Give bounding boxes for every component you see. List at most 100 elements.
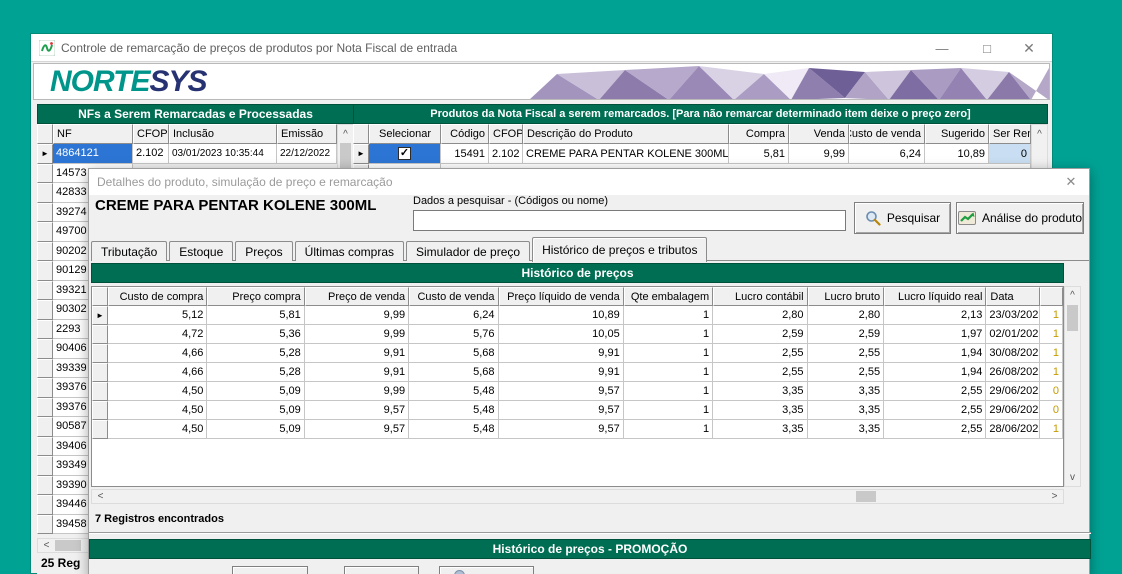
history-cell[interactable]: 2,55 (808, 344, 885, 363)
search-button[interactable]: Pesquisar (854, 202, 951, 234)
row-header-button[interactable] (92, 382, 108, 401)
history-cell[interactable]: 9,99 (305, 306, 409, 325)
history-cell[interactable]: 3,35 (713, 420, 807, 439)
history-cell[interactable]: 10,89 (499, 306, 624, 325)
history-cell[interactable]: 5,28 (207, 363, 304, 382)
history-cell[interactable]: 3,35 (808, 420, 885, 439)
row-header-button[interactable] (37, 339, 53, 359)
history-cell[interactable]: 28/06/2022 (986, 420, 1040, 439)
row-header-button[interactable] (37, 495, 53, 515)
col-header-inclusao[interactable]: Inclusão (169, 124, 277, 144)
history-cell[interactable]: 1 (624, 401, 713, 420)
history-cell[interactable]: 5,09 (207, 401, 304, 420)
history-cell[interactable]: 1 (1040, 325, 1063, 344)
cfop-cell[interactable]: 2.102 (489, 144, 523, 164)
row-header-button[interactable] (92, 420, 108, 439)
history-cell[interactable]: 5,48 (409, 420, 498, 439)
tab-precos[interactable]: Preços (235, 241, 292, 261)
history-cell[interactable]: 4,66 (108, 363, 207, 382)
history-horizontal-scrollbar[interactable]: < > (91, 489, 1064, 504)
history-cell[interactable]: 5,09 (207, 420, 304, 439)
history-cell[interactable]: 9,57 (305, 401, 409, 420)
history-cell[interactable]: 2,55 (884, 420, 986, 439)
emissao-cell[interactable]: 22/12/2022 (277, 144, 337, 164)
history-cell[interactable]: 2,55 (713, 344, 807, 363)
history-column-header[interactable]: Lucro bruto (808, 287, 885, 306)
history-cell[interactable]: 9,99 (305, 325, 409, 344)
row-header-button[interactable] (37, 203, 53, 223)
history-cell[interactable]: 1 (624, 325, 713, 344)
row-header-button[interactable] (37, 183, 53, 203)
history-cell[interactable]: 9,91 (305, 363, 409, 382)
product-analysis-button[interactable]: Análise do produto (956, 202, 1084, 234)
history-cell[interactable]: 2,55 (884, 401, 986, 420)
tab-ultimas-compras[interactable]: Últimas compras (295, 241, 404, 261)
search-input[interactable] (413, 210, 846, 231)
col-header-compra[interactable]: Compra (729, 124, 789, 144)
codigo-cell[interactable]: 15491 (441, 144, 489, 164)
row-header-button[interactable] (37, 515, 53, 535)
row-header-button[interactable] (92, 363, 108, 382)
history-row[interactable]: 4,725,369,995,7610,0512,592,591,9702/01/… (92, 325, 1063, 344)
history-cell[interactable]: 5,48 (409, 401, 498, 420)
col-header-nf[interactable]: NF (53, 124, 133, 144)
scroll-up-icon[interactable]: ^ (1065, 289, 1080, 302)
history-cell[interactable]: 1,94 (884, 344, 986, 363)
col-header-cfop[interactable]: CFOP (489, 124, 523, 144)
scroll-thumb[interactable] (856, 491, 876, 502)
history-cell[interactable]: 1 (624, 306, 713, 325)
scroll-left-icon[interactable]: < (94, 490, 107, 503)
tab-tributacao[interactable]: Tributação (91, 241, 167, 261)
col-header-emissao[interactable]: Emissão (277, 124, 337, 144)
history-column-header[interactable]: Preço compra (207, 287, 304, 306)
bottom-button-2[interactable] (344, 566, 419, 574)
checkbox-checked-icon[interactable]: ✓ (398, 147, 411, 160)
row-header-button[interactable] (37, 300, 53, 320)
history-cell[interactable]: 2,55 (884, 382, 986, 401)
tab-simulador-de-preco[interactable]: Simulador de preço (406, 241, 530, 261)
maximize-icon[interactable]: □ (972, 34, 1002, 62)
history-row[interactable]: 4,665,289,915,689,9112,552,551,9430/08/2… (92, 344, 1063, 363)
history-cell[interactable]: 9,57 (305, 420, 409, 439)
history-cell[interactable]: 26/08/2022 (986, 363, 1040, 382)
history-cell[interactable]: 5,09 (207, 382, 304, 401)
dialog-close-icon[interactable]: ✕ (1061, 173, 1081, 191)
inclusao-cell[interactable]: 03/01/2023 10:35:44 (169, 144, 277, 164)
history-cell[interactable]: 30/08/2022 (986, 344, 1040, 363)
history-column-header[interactable]: Lucro líquido real (884, 287, 986, 306)
row-header-button[interactable] (37, 222, 53, 242)
row-header-button[interactable]: ► (37, 144, 53, 164)
col-header-ser-rem[interactable]: Ser Rem. (989, 124, 1031, 144)
history-cell[interactable]: 9,57 (499, 420, 624, 439)
history-cell[interactable]: 9,99 (305, 382, 409, 401)
scroll-right-icon[interactable]: > (1048, 490, 1061, 503)
history-cell[interactable]: 3,35 (713, 382, 807, 401)
history-cell[interactable]: 1 (624, 344, 713, 363)
history-cell[interactable]: 9,91 (305, 344, 409, 363)
history-cell[interactable]: 2,55 (713, 363, 807, 382)
history-row[interactable]: 4,505,099,575,489,5713,353,352,5528/06/2… (92, 420, 1063, 439)
row-header-button[interactable] (92, 325, 108, 344)
history-cell[interactable]: 3,35 (713, 401, 807, 420)
history-cell[interactable]: 10,05 (499, 325, 624, 344)
nf-selected-row[interactable]: ► 4864121 2.102 03/01/2023 10:35:44 22/1… (37, 144, 337, 164)
history-cell[interactable]: 23/03/2023 (986, 306, 1040, 325)
dialog-titlebar[interactable]: Detalhes do produto, simulação de preço … (89, 169, 1089, 195)
row-header-button[interactable] (37, 456, 53, 476)
row-header-button[interactable] (37, 398, 53, 418)
history-cell[interactable]: 4,50 (108, 382, 207, 401)
history-row[interactable]: 4,505,099,995,489,5713,353,352,5529/06/2… (92, 382, 1063, 401)
history-cell[interactable]: 2,55 (808, 363, 885, 382)
history-cell[interactable]: 5,81 (207, 306, 304, 325)
select-cell[interactable]: ✓ (369, 144, 441, 164)
history-cell[interactable]: 0 (1040, 401, 1063, 420)
scroll-thumb[interactable] (1067, 305, 1078, 331)
history-cell[interactable]: 2,80 (713, 306, 807, 325)
history-cell[interactable]: 1,94 (884, 363, 986, 382)
scroll-up-icon[interactable]: ^ (338, 127, 353, 141)
history-column-header[interactable]: Custo de compra (108, 287, 207, 306)
minimize-icon[interactable]: — (927, 34, 957, 62)
history-column-header[interactable]: Lucro contábil (713, 287, 807, 306)
tab-historico-de-precos-e-tributos[interactable]: Histórico de preços e tributos (532, 237, 707, 262)
scroll-up-icon[interactable]: ^ (1032, 127, 1047, 141)
